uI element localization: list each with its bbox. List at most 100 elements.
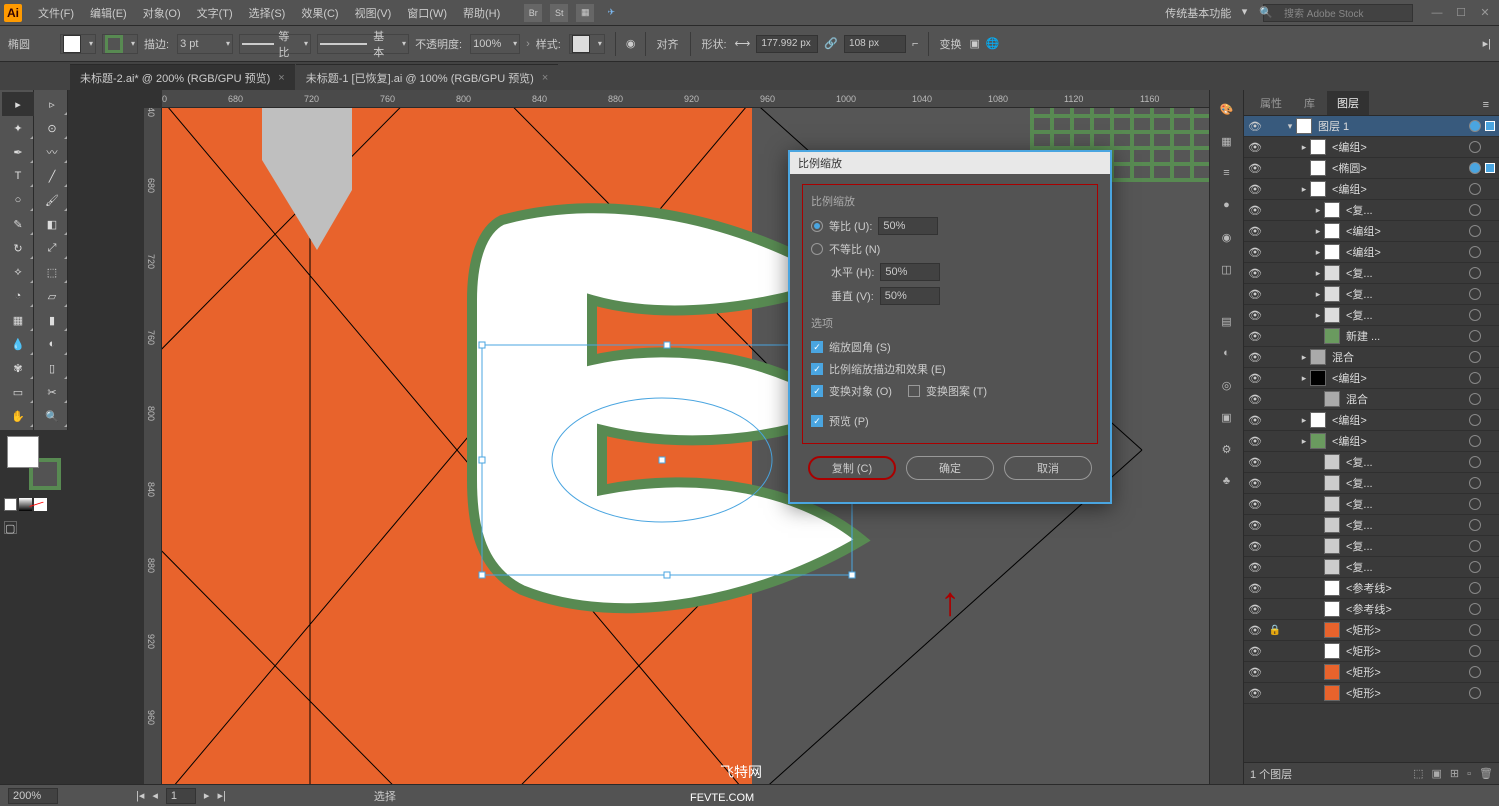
target-icon[interactable]	[1469, 582, 1481, 594]
stroke-swatch[interactable]	[102, 34, 138, 54]
layer-row[interactable]: 👁 <参考线>	[1244, 599, 1499, 620]
layer-row[interactable]: 👁 ▸ <编组>	[1244, 242, 1499, 263]
target-icon[interactable]	[1469, 477, 1481, 489]
pen-tool[interactable]: ✒	[2, 140, 34, 164]
target-icon[interactable]	[1469, 120, 1481, 132]
layer-row[interactable]: 👁 ▸ <编组>	[1244, 137, 1499, 158]
locate-layer-icon[interactable]: ⬚	[1413, 767, 1423, 780]
menu-选择(S)[interactable]: 选择(S)	[241, 0, 294, 26]
stroke-weight-input[interactable]: 3 pt	[177, 34, 233, 54]
target-icon[interactable]	[1469, 666, 1481, 678]
layer-row[interactable]: 👁 <矩形>	[1244, 641, 1499, 662]
eraser-tool[interactable]: ◧	[36, 212, 68, 236]
expand-icon[interactable]: ▸	[1312, 310, 1324, 321]
normal-screen-icon[interactable]: ▢	[4, 521, 17, 534]
close-icon[interactable]: ✕	[1475, 6, 1495, 20]
layer-row[interactable]: 👁 ▸ <编组>	[1244, 179, 1499, 200]
gradient-tool[interactable]: ▮	[36, 308, 68, 332]
stroke-profile[interactable]: 等比	[239, 34, 311, 54]
hand-tool[interactable]: ✋	[2, 404, 34, 428]
recolor-icon[interactable]: ◉	[626, 37, 636, 50]
target-icon[interactable]	[1469, 372, 1481, 384]
type-tool[interactable]: T	[2, 164, 34, 188]
swatches-panel-icon[interactable]: ▦	[1216, 130, 1238, 152]
layer-row[interactable]: 👁 ▸ 混合	[1244, 347, 1499, 368]
target-icon[interactable]	[1469, 624, 1481, 636]
horizontal-input[interactable]	[880, 263, 940, 281]
expand-icon[interactable]: ▸	[1298, 352, 1310, 363]
tab-properties[interactable]: 属性	[1250, 91, 1292, 115]
expand-icon[interactable]: ▸	[1298, 142, 1310, 153]
expand-icon[interactable]: ▸	[1312, 247, 1324, 258]
brush-tool[interactable]: 🖌	[36, 188, 68, 212]
close-tab-icon[interactable]: ×	[542, 72, 548, 84]
brush-def[interactable]: 基本	[317, 34, 409, 54]
expand-icon[interactable]: ▸	[1312, 289, 1324, 300]
opacity-input[interactable]: 100%	[470, 34, 520, 54]
layer-row[interactable]: 👁 ▸ <复...	[1244, 305, 1499, 326]
visibility-icon[interactable]: 👁	[1244, 330, 1266, 343]
height-input[interactable]	[844, 35, 906, 53]
menu-窗口(W)[interactable]: 窗口(W)	[399, 0, 455, 26]
visibility-icon[interactable]: 👁	[1244, 309, 1266, 322]
panel-collapse-icon[interactable]: ▸|	[1483, 37, 1491, 50]
eyedropper-tool[interactable]: 💧	[2, 332, 34, 356]
menu-编辑(E)[interactable]: 编辑(E)	[82, 0, 135, 26]
lock-icon[interactable]: 🔒	[1266, 625, 1284, 636]
corner-icon[interactable]: ⌐	[912, 38, 918, 50]
layer-row[interactable]: 👁 <矩形>	[1244, 662, 1499, 683]
visibility-icon[interactable]: 👁	[1244, 498, 1266, 511]
clip-mask-icon[interactable]: ▣	[1432, 767, 1442, 780]
nonuniform-radio[interactable]	[811, 243, 823, 255]
globe-icon[interactable]: 🌐	[986, 37, 1000, 50]
tab-libraries[interactable]: 库	[1294, 91, 1325, 115]
links-panel-icon[interactable]: ♣	[1216, 470, 1238, 492]
layer-row[interactable]: 👁 <复...	[1244, 536, 1499, 557]
line-tool[interactable]: ╱	[36, 164, 68, 188]
target-icon[interactable]	[1469, 309, 1481, 321]
isolate-icon[interactable]: ▣	[969, 37, 979, 50]
nav-first-icon[interactable]: |◂	[66, 789, 144, 802]
recolor-panel-icon[interactable]: ◉	[1216, 226, 1238, 248]
visibility-icon[interactable]: 👁	[1244, 666, 1266, 679]
layer-row[interactable]: 👁 <复...	[1244, 452, 1499, 473]
slice-tool[interactable]: ✂	[36, 380, 68, 404]
target-icon[interactable]	[1469, 687, 1481, 699]
fill-stroke-indicator[interactable]	[7, 436, 61, 490]
target-icon[interactable]	[1469, 288, 1481, 300]
none-mode-icon[interactable]: ╱	[34, 498, 47, 511]
blend-tool[interactable]: ◐	[36, 332, 68, 356]
target-icon[interactable]	[1469, 246, 1481, 258]
visibility-icon[interactable]: 👁	[1244, 603, 1266, 616]
pencil-tool[interactable]: ✎	[2, 212, 34, 236]
target-icon[interactable]	[1469, 519, 1481, 531]
menu-视图(V)[interactable]: 视图(V)	[347, 0, 400, 26]
visibility-icon[interactable]: 👁	[1244, 561, 1266, 574]
expand-icon[interactable]: ▸	[1298, 436, 1310, 447]
panel-menu-icon[interactable]: ≡	[1479, 95, 1493, 115]
visibility-icon[interactable]: 👁	[1244, 204, 1266, 217]
visibility-icon[interactable]: 👁	[1244, 414, 1266, 427]
layer-row[interactable]: 👁 ▸ <编组>	[1244, 368, 1499, 389]
color-mode-icon[interactable]	[4, 498, 17, 511]
visibility-icon[interactable]: 👁	[1244, 519, 1266, 532]
delete-layer-icon[interactable]: 🗑	[1479, 767, 1493, 780]
transform-patterns-check[interactable]	[908, 385, 920, 397]
target-icon[interactable]	[1469, 414, 1481, 426]
nav-prev-icon[interactable]: ◂	[152, 789, 158, 802]
vertical-input[interactable]	[880, 287, 940, 305]
workspace-switcher[interactable]: 传统基本功能	[1157, 3, 1251, 23]
new-sublayer-icon[interactable]: ⊞	[1450, 767, 1459, 780]
layer-row[interactable]: 👁 混合	[1244, 389, 1499, 410]
visibility-icon[interactable]: 👁	[1244, 456, 1266, 469]
target-icon[interactable]	[1469, 204, 1481, 216]
stroke-panel-icon[interactable]: ≡	[1216, 162, 1238, 184]
target-icon[interactable]	[1469, 267, 1481, 279]
expand-icon[interactable]: ▸	[1312, 268, 1324, 279]
zoom-tool[interactable]: 🔍	[36, 404, 68, 428]
visibility-icon[interactable]: 👁	[1244, 288, 1266, 301]
target-icon[interactable]	[1469, 456, 1481, 468]
target-icon[interactable]	[1469, 162, 1481, 174]
symbols-panel-icon[interactable]: ⚙	[1216, 438, 1238, 460]
target-icon[interactable]	[1469, 351, 1481, 363]
